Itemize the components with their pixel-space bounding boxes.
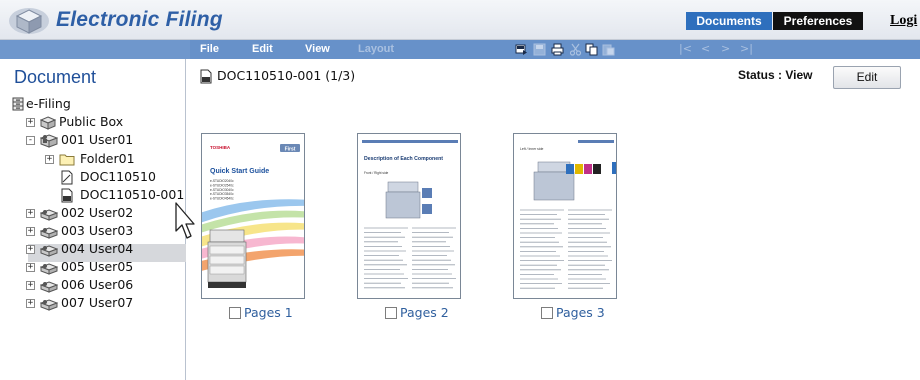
page-thumbnail-3[interactable]: Left / Inner side (513, 133, 617, 299)
tree-item-label: 007 User07 (61, 295, 134, 310)
page-thumbnail-1[interactable]: TOSHIBA First Quick Start Guide e-STUDIO… (201, 133, 305, 299)
cube-logo-icon (9, 8, 49, 34)
tree-item-user01[interactable]: - 001 User01 (26, 131, 176, 149)
menu-layout: Layout (358, 43, 395, 55)
thumb-model-line: e-STUDIO3540c (210, 192, 234, 196)
thumb-heading: Description of Each Component (364, 156, 443, 162)
thumb-heading: Quick Start Guide (210, 168, 269, 175)
tree-item-user06[interactable]: + 006 User06 (26, 276, 176, 294)
thumb-model-line: e-STUDIO2040c (210, 179, 234, 183)
expand-icon[interactable]: + (26, 281, 35, 290)
thumb-badge: First (285, 147, 296, 153)
page-checkbox-1[interactable] (229, 307, 241, 319)
tree-item-label: 001 User01 (61, 132, 134, 147)
menu-bar-left-spacer (0, 40, 190, 59)
left-inner-side-page-image: Left / Inner side (514, 134, 616, 298)
nav-last-icon: >| (740, 42, 753, 55)
quick-start-cover-image: TOSHIBA First Quick Start Guide e-STUDIO… (202, 134, 304, 298)
expand-icon[interactable]: + (26, 209, 35, 218)
tree-item-label: 003 User03 (61, 223, 134, 238)
tree-item-user04[interactable]: + 004 User04 (26, 240, 176, 258)
document-icon (61, 188, 73, 203)
copy-icon[interactable] (585, 43, 598, 56)
thumb-model-line: e-STUDIO4540c (210, 197, 234, 201)
page-thumbnail-2[interactable]: Description of Each Component Front / Ri… (357, 133, 461, 299)
user-box-icon (40, 227, 58, 239)
tree-item-doc110510[interactable]: DOC110510 (60, 168, 180, 186)
component-description-page-image: Description of Each Component Front / Ri… (358, 134, 460, 298)
menu-view[interactable]: View (305, 43, 330, 55)
tree-item-label: 006 User06 (61, 277, 134, 292)
tree-item-user07[interactable]: + 007 User07 (26, 294, 176, 312)
user-box-icon (40, 281, 58, 293)
user-box-icon (40, 245, 58, 257)
tree-item-user02[interactable]: + 002 User02 (26, 204, 176, 222)
expand-icon[interactable]: + (45, 155, 54, 164)
cabinet-icon (12, 97, 24, 111)
thumb-brand: TOSHIBA (210, 145, 231, 150)
user-box-open-icon (40, 134, 58, 148)
tree-root-label: e-Filing (26, 96, 71, 111)
tree-item-label: Folder01 (80, 151, 135, 166)
tree-item-folder01[interactable]: + Folder01 (45, 150, 175, 168)
edit-button[interactable]: Edit (833, 66, 901, 89)
cut-icon (569, 43, 582, 56)
tree-item-label: 002 User02 (61, 205, 134, 220)
tree-item-label: 004 User04 (61, 241, 134, 256)
save-icon (533, 43, 546, 56)
document-view: DOC110510-001 (1/3) Status : View Edit T… (187, 59, 920, 380)
page-label-1: Pages 1 (244, 305, 293, 320)
document-title: DOC110510-001 (1/3) (217, 68, 356, 83)
tree-item-label: Public Box (59, 114, 124, 129)
login-link[interactable]: Logi (890, 13, 917, 29)
page-checkbox-2[interactable] (385, 307, 397, 319)
print-icon[interactable] (551, 43, 564, 56)
document-icon (61, 170, 73, 185)
tree-item-user03[interactable]: + 003 User03 (26, 222, 176, 240)
page-label-2: Pages 2 (400, 305, 449, 320)
expand-icon[interactable]: + (26, 227, 35, 236)
box-icon (40, 116, 56, 130)
paste-icon (602, 44, 615, 56)
document-icon (200, 69, 212, 84)
thumb-model-line: e-STUDIO3040c (210, 188, 234, 192)
menu-file[interactable]: File (200, 43, 219, 55)
tree-root-efiling[interactable]: e-Filing (11, 95, 161, 113)
user-box-icon (40, 299, 58, 311)
nav-prev-icon: < (701, 42, 711, 55)
expand-icon[interactable]: + (26, 299, 35, 308)
export-icon[interactable] (515, 43, 528, 56)
status-label: Status : View (738, 68, 813, 82)
tab-preferences[interactable]: Preferences (773, 12, 863, 30)
expand-icon[interactable]: + (26, 263, 35, 272)
tree-item-label: DOC110510-001 (80, 187, 185, 202)
folder-icon (59, 154, 75, 166)
page-checkbox-3[interactable] (541, 307, 553, 319)
menu-bar: File Edit View Layout |< < > >| (0, 40, 920, 59)
tree-item-user05[interactable]: + 005 User05 (26, 258, 176, 276)
thumb-subheading: Front / Right side (364, 171, 388, 175)
nav-next-icon: > (721, 42, 731, 55)
thumb-model-line: e-STUDIO2540c (210, 183, 234, 187)
expand-icon[interactable]: + (26, 245, 35, 254)
panel-title: Document (14, 67, 97, 87)
nav-first-icon: |< (679, 42, 692, 55)
app-title: Electronic Filing (56, 8, 223, 31)
tab-documents[interactable]: Documents (686, 12, 772, 30)
user-box-icon (40, 209, 58, 221)
tree-item-public-box[interactable]: + Public Box (26, 113, 176, 131)
tree-item-label: DOC110510 (80, 169, 156, 184)
tree-item-label: 005 User05 (61, 259, 134, 274)
tree-panel: Document e-Filing + Public Box - 001 Use… (0, 59, 195, 380)
expand-icon[interactable]: + (26, 118, 35, 127)
tree-item-doc110510-001[interactable]: DOC110510-001 (60, 186, 186, 204)
user-box-icon (40, 263, 58, 275)
thumb-heading: Left / Inner side (520, 147, 543, 151)
collapse-icon[interactable]: - (26, 136, 35, 145)
menu-edit[interactable]: Edit (252, 43, 273, 55)
app-header: Electronic Filing Documents Preferences … (0, 0, 920, 40)
page-label-3: Pages 3 (556, 305, 605, 320)
